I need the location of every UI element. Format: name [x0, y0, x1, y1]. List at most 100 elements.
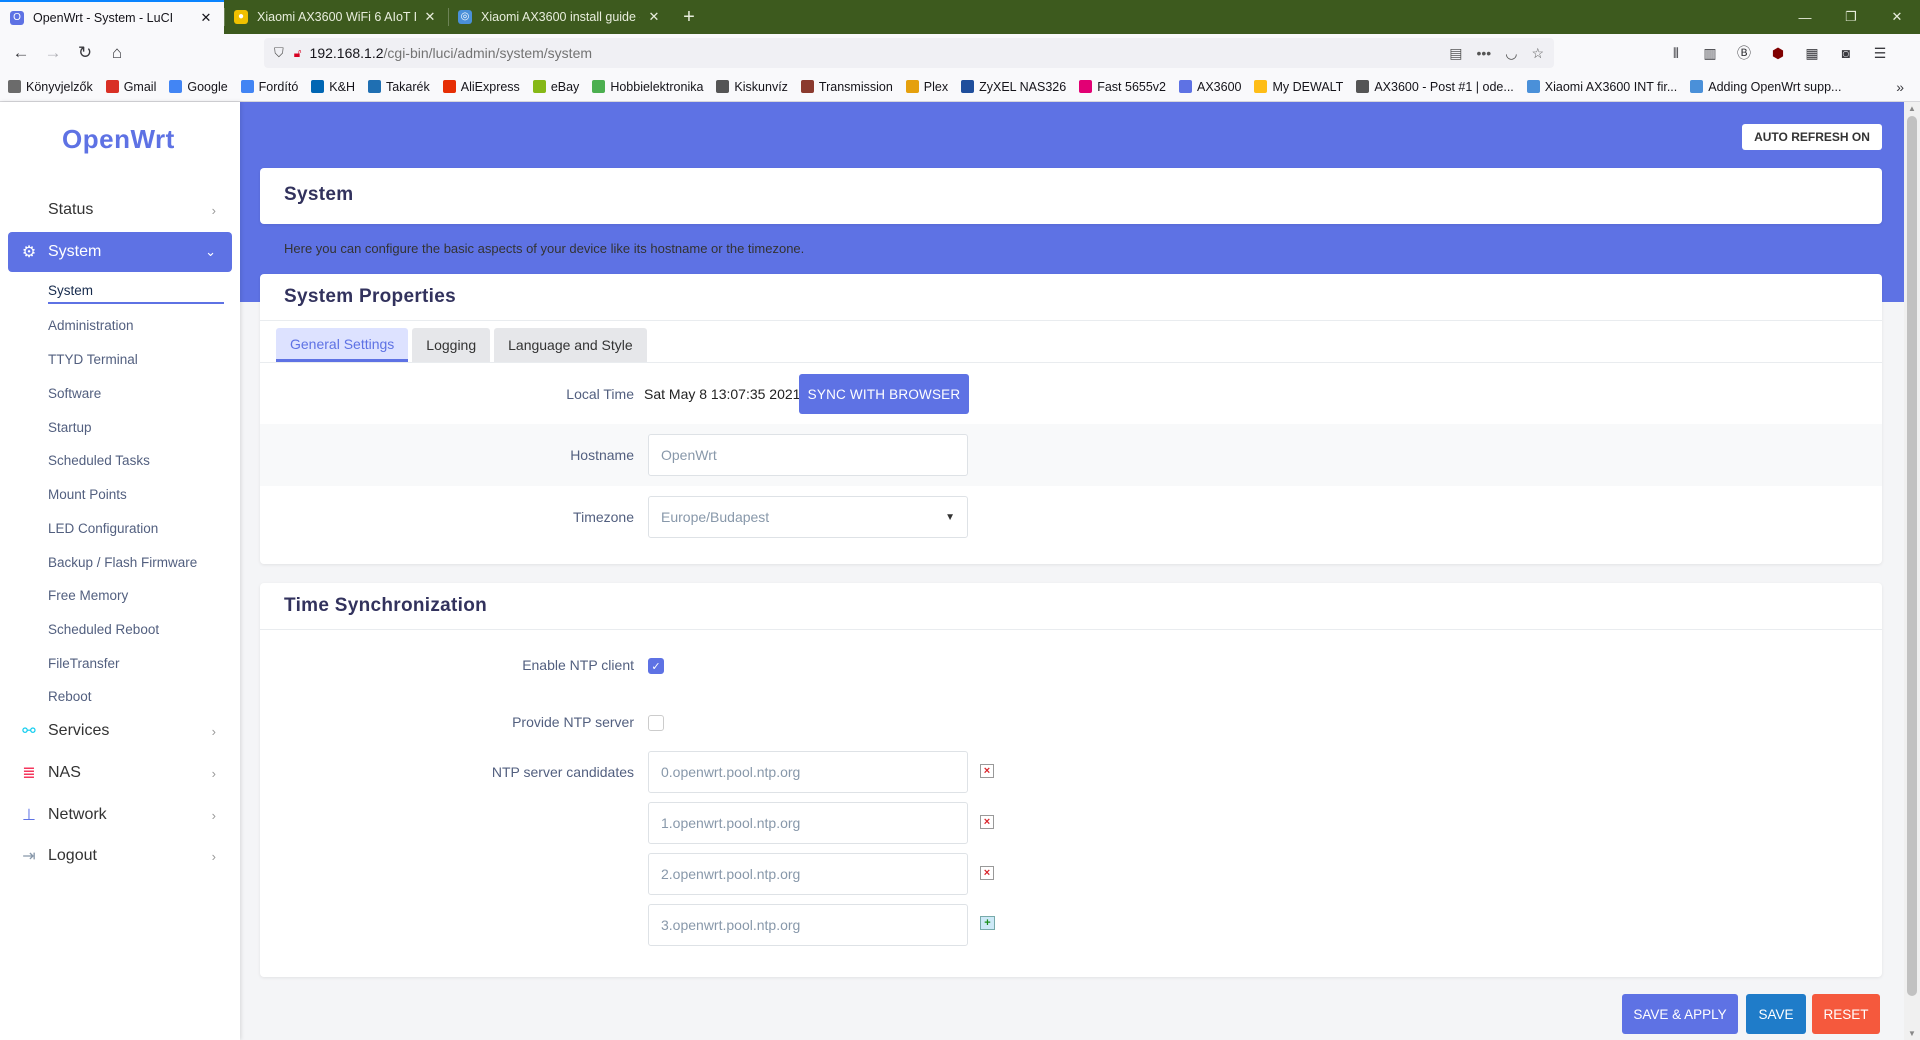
- bookmark-label: Könyvjelzők: [26, 79, 93, 94]
- enable-ntp-checkbox[interactable]: ✓: [648, 658, 664, 674]
- sidebar-item-system[interactable]: ⚙ System ⌄: [8, 232, 232, 272]
- back-icon[interactable]: ←: [6, 38, 36, 68]
- ntp-server-input[interactable]: 2.openwrt.pool.ntp.org: [648, 853, 968, 895]
- bookmark-item[interactable]: Google: [169, 80, 228, 94]
- provide-ntp-checkbox[interactable]: [648, 715, 664, 731]
- bookmark-item[interactable]: Kiskunvíz: [716, 80, 788, 94]
- bookmarks-folder[interactable]: Könyvjelzők: [8, 80, 93, 94]
- submenu-item-ttyd-terminal[interactable]: TTYD Terminal: [48, 346, 224, 372]
- sync-with-browser-button[interactable]: SYNC WITH BROWSER: [799, 374, 969, 414]
- extension-mask-icon[interactable]: ◙: [1834, 45, 1858, 61]
- scroll-down-icon[interactable]: ▼: [1904, 1029, 1920, 1038]
- tracking-shield-icon[interactable]: ⛉: [274, 45, 284, 61]
- bookmark-item[interactable]: Plex: [905, 80, 948, 94]
- bookmark-item[interactable]: Hobbielektronika: [592, 80, 703, 94]
- hostname-input[interactable]: OpenWrt: [648, 434, 968, 476]
- openwrt-logo[interactable]: OpenWrt: [62, 124, 175, 155]
- page-actions-icon[interactable]: •••: [1477, 45, 1492, 62]
- close-tab-icon[interactable]: ✕: [198, 10, 214, 26]
- timezone-value: Europe/Budapest: [661, 509, 770, 525]
- home-icon[interactable]: ⌂: [102, 38, 132, 68]
- new-tab-button[interactable]: +: [672, 0, 706, 34]
- bookmark-star-icon[interactable]: ☆: [1531, 45, 1544, 62]
- browser-tab-bar: O OpenWrt - System - LuCI ✕ ● Xiaomi AX3…: [0, 0, 1920, 34]
- bookmark-item[interactable]: Xiaomi AX3600 INT fir...: [1526, 80, 1677, 94]
- submenu-item-reboot[interactable]: Reboot: [48, 683, 224, 709]
- remove-entry-icon[interactable]: ×: [980, 764, 994, 778]
- folder-icon: [8, 80, 21, 93]
- browser-tab-install-guide[interactable]: ◎ Xiaomi AX3600 install guide - F ✕: [448, 0, 672, 34]
- bookmark-item[interactable]: AliExpress: [442, 80, 520, 94]
- sidebar-item-services[interactable]: ⚯ Services ›: [8, 711, 232, 751]
- submenu-item-scheduled-reboot[interactable]: Scheduled Reboot: [48, 616, 224, 642]
- sidebar-icon[interactable]: ▥: [1698, 45, 1722, 62]
- bookmark-item[interactable]: ZyXEL NAS326: [961, 80, 1066, 94]
- reader-view-icon[interactable]: ▤: [1449, 45, 1462, 62]
- bookmark-item[interactable]: Transmission: [800, 80, 893, 94]
- ntp-server-input[interactable]: 3.openwrt.pool.ntp.org: [648, 904, 968, 946]
- ntp-server-input[interactable]: 0.openwrt.pool.ntp.org: [648, 751, 968, 793]
- sidebar-item-logout[interactable]: ⇥ Logout ›: [8, 836, 232, 876]
- forward-icon[interactable]: →: [38, 38, 68, 68]
- tab-logging[interactable]: Logging: [412, 328, 491, 362]
- page-scrollbar[interactable]: ▲ ▼: [1904, 102, 1920, 1040]
- restore-icon[interactable]: ❐: [1828, 0, 1874, 34]
- bookmark-item[interactable]: AX3600: [1179, 80, 1241, 94]
- close-tab-icon[interactable]: ✕: [646, 9, 662, 25]
- submenu-item-scheduled-tasks[interactable]: Scheduled Tasks: [48, 447, 224, 473]
- bookmark-favicon-icon: [169, 80, 183, 93]
- reset-button[interactable]: RESET: [1812, 994, 1880, 1034]
- add-entry-icon[interactable]: +: [980, 916, 995, 930]
- submenu-item-administration[interactable]: Administration: [48, 312, 224, 338]
- pocket-icon[interactable]: ◡: [1505, 45, 1517, 62]
- ublock-icon[interactable]: ⬢: [1766, 45, 1790, 62]
- save-apply-button[interactable]: SAVE & APPLY: [1622, 994, 1738, 1034]
- auto-refresh-button[interactable]: AUTO REFRESH ON: [1742, 124, 1882, 150]
- ntp-server-input[interactable]: 1.openwrt.pool.ntp.org: [648, 802, 968, 844]
- timezone-select[interactable]: Europe/Budapest ▼: [648, 496, 968, 538]
- remove-entry-icon[interactable]: ×: [980, 866, 994, 880]
- sidebar-item-status[interactable]: Status ›: [8, 190, 232, 230]
- bookmark-item[interactable]: Fast 5655v2: [1079, 80, 1166, 94]
- reload-icon[interactable]: ↻: [70, 38, 100, 68]
- sidebar-item-network[interactable]: ⊥ Network ›: [8, 795, 232, 835]
- bookmark-item[interactable]: K&H: [311, 80, 355, 94]
- library-icon[interactable]: ⫴: [1664, 45, 1688, 62]
- submenu-item-startup[interactable]: Startup: [48, 414, 224, 440]
- bookmarks-overflow-icon[interactable]: »: [1896, 79, 1912, 95]
- local-time-value: Sat May 8 13:07:35 2021: [644, 386, 801, 402]
- sidebar-item-nas[interactable]: ≣ NAS ›: [8, 753, 232, 793]
- extension-grid-icon[interactable]: ▦: [1800, 45, 1824, 62]
- save-button[interactable]: SAVE: [1746, 994, 1806, 1034]
- tab-language-style[interactable]: Language and Style: [494, 328, 647, 362]
- insecure-lock-icon[interactable]: 🔓︎: [294, 46, 302, 61]
- bookmark-item[interactable]: Gmail: [105, 80, 156, 94]
- remove-entry-icon[interactable]: ×: [980, 815, 994, 829]
- bookmark-item[interactable]: AX3600 - Post #1 | ode...: [1356, 80, 1514, 94]
- close-tab-icon[interactable]: ✕: [422, 9, 438, 25]
- minimize-icon[interactable]: —: [1782, 0, 1828, 34]
- submenu-item-system[interactable]: System: [48, 278, 224, 304]
- browser-tab-xiaomi-router[interactable]: ● Xiaomi AX3600 WiFi 6 AIoT Rou ✕: [224, 0, 448, 34]
- submenu-item-led-configuration[interactable]: LED Configuration: [48, 515, 224, 541]
- ntp-candidates-label: NTP server candidates: [491, 764, 634, 780]
- extension-b-icon[interactable]: Ⓑ: [1732, 43, 1756, 63]
- bookmark-item[interactable]: Adding OpenWrt supp...: [1690, 80, 1841, 94]
- bookmark-item[interactable]: Takarék: [367, 80, 430, 94]
- address-bar[interactable]: ⛉ 🔓︎ 192.168.1.2 /cgi-bin/luci/admin/sys…: [264, 38, 1554, 68]
- submenu-item-free-memory[interactable]: Free Memory: [48, 582, 224, 608]
- submenu-item-filetransfer[interactable]: FileTransfer: [48, 650, 224, 676]
- menu-icon[interactable]: ☰: [1868, 45, 1892, 62]
- bookmark-item[interactable]: Fordító: [240, 80, 298, 94]
- scroll-up-icon[interactable]: ▲: [1904, 104, 1920, 113]
- close-window-icon[interactable]: ✕: [1874, 0, 1920, 34]
- scrollbar-thumb[interactable]: [1907, 116, 1917, 996]
- submenu-item-mount-points[interactable]: Mount Points: [48, 481, 224, 507]
- bookmark-item[interactable]: My DEWALT: [1254, 80, 1343, 94]
- submenu-item-backup-flash-firmware[interactable]: Backup / Flash Firmware: [48, 549, 224, 575]
- submenu-item-software[interactable]: Software: [48, 380, 224, 406]
- url-path: /cgi-bin/luci/admin/system/system: [383, 45, 593, 61]
- browser-tab-openwrt[interactable]: O OpenWrt - System - LuCI ✕: [0, 0, 224, 34]
- tab-general-settings[interactable]: General Settings: [276, 328, 409, 362]
- bookmark-item[interactable]: eBay: [532, 80, 579, 94]
